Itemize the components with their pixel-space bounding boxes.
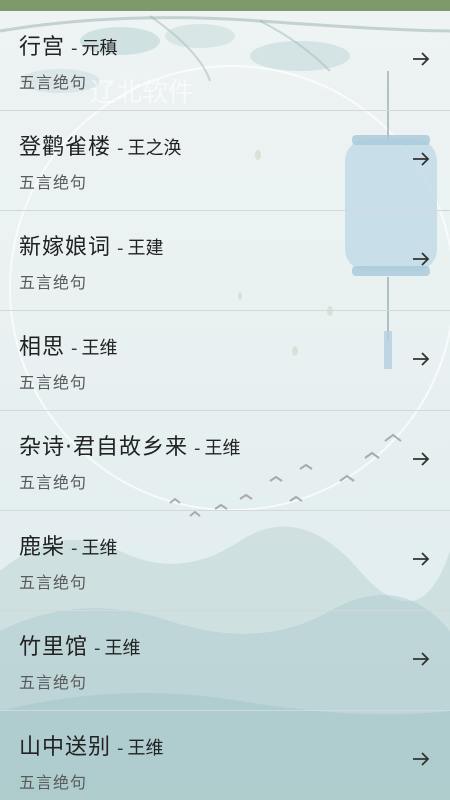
title-author-separator: - [71, 338, 78, 359]
poem-genre: 五言绝句 [19, 373, 88, 392]
poem-title: 鹿柴 [19, 535, 66, 560]
arrow-right-icon[interactable] [411, 649, 431, 669]
poem-author: 王维 [204, 438, 241, 459]
poem-author: 王维 [127, 738, 164, 759]
poem-title: 杂诗·君自故乡来 [19, 435, 188, 460]
list-item[interactable]: 登鹳雀楼 - 王之涣 五言绝句 [0, 111, 450, 211]
poem-genre: 五言绝句 [19, 473, 88, 492]
list-item[interactable]: 竹里馆 - 王维 五言绝句 [0, 611, 450, 711]
poem-author: 王维 [104, 638, 141, 659]
arrow-right-icon[interactable] [411, 549, 431, 569]
poem-genre: 五言绝句 [19, 673, 88, 692]
poem-genre: 五言绝句 [19, 773, 88, 792]
title-author-separator: - [117, 738, 124, 759]
poem-genre: 五言绝句 [19, 273, 88, 292]
list-item[interactable]: 相思 - 王维 五言绝句 [0, 311, 450, 411]
arrow-right-icon[interactable] [411, 49, 431, 69]
status-bar [0, 0, 450, 11]
poem-author: 元稹 [81, 38, 118, 59]
poem-title: 山中送别 [19, 735, 112, 760]
arrow-right-icon[interactable] [411, 749, 431, 769]
poem-author: 王之涣 [127, 138, 182, 159]
poem-title: 相思 [19, 335, 66, 360]
title-author-separator: - [71, 538, 78, 559]
poem-genre: 五言绝句 [19, 73, 88, 92]
list-item[interactable]: 杂诗·君自故乡来 - 王维 五言绝句 [0, 411, 450, 511]
title-author-separator: - [117, 238, 124, 259]
poem-title: 行宫 [19, 35, 66, 60]
title-author-separator: - [71, 38, 78, 59]
poem-author: 王维 [81, 338, 118, 359]
title-author-separator: - [194, 438, 201, 459]
arrow-right-icon[interactable] [411, 349, 431, 369]
arrow-right-icon[interactable] [411, 449, 431, 469]
list-item[interactable]: 行宫 - 元稹 五言绝句 [0, 11, 450, 111]
poem-title: 新嫁娘词 [19, 235, 112, 260]
poem-author: 王维 [81, 538, 118, 559]
list-item[interactable]: 鹿柴 - 王维 五言绝句 [0, 511, 450, 611]
title-author-separator: - [94, 638, 101, 659]
list-item[interactable]: 新嫁娘词 - 王建 五言绝句 [0, 211, 450, 311]
list-item[interactable]: 山中送别 - 王维 五言绝句 [0, 711, 450, 800]
arrow-right-icon[interactable] [411, 249, 431, 269]
poem-genre: 五言绝句 [19, 173, 88, 192]
arrow-right-icon[interactable] [411, 149, 431, 169]
poem-title: 登鹳雀楼 [19, 135, 112, 160]
poem-title: 竹里馆 [19, 635, 89, 660]
poem-author: 王建 [127, 238, 164, 259]
title-author-separator: - [117, 138, 124, 159]
poem-genre: 五言绝句 [19, 573, 88, 592]
poem-list: 行宫 - 元稹 五言绝句 登鹳雀楼 - 王之涣 五言绝句 新嫁娘词 - 王建 五言绝句 相思… [0, 11, 450, 800]
